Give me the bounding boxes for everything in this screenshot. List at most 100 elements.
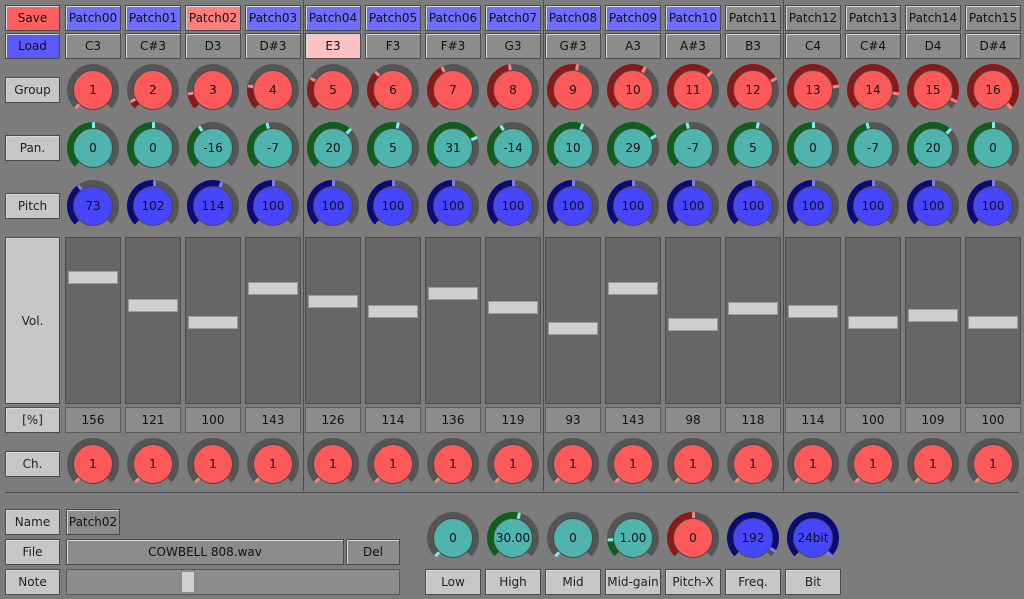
fx-knob[interactable]: 0 — [427, 512, 479, 564]
group-knob[interactable]: 11 — [667, 64, 719, 116]
pitch-knob[interactable]: 100 — [367, 180, 419, 232]
channel-knob[interactable]: 1 — [127, 438, 179, 490]
volume-fader[interactable] — [65, 237, 121, 404]
group-knob[interactable]: 7 — [427, 64, 479, 116]
volume-fader[interactable] — [125, 237, 181, 404]
patch-button[interactable]: Patch04 — [305, 5, 361, 31]
fx-label[interactable]: Bit — [785, 569, 841, 595]
note-button[interactable]: D3 — [185, 33, 241, 59]
pan-knob[interactable]: 20 — [907, 122, 959, 174]
group-knob[interactable]: 6 — [367, 64, 419, 116]
patch-button[interactable]: Patch01 — [125, 5, 181, 31]
fx-label[interactable]: Mid-gain — [605, 569, 661, 595]
note-slider-thumb[interactable] — [181, 571, 195, 593]
fx-knob[interactable]: 30.00 — [487, 512, 539, 564]
volume-fader[interactable] — [365, 237, 421, 404]
patch-name-field[interactable]: Patch02 — [66, 509, 120, 535]
volume-fader-handle[interactable] — [788, 305, 838, 318]
pitch-knob[interactable]: 100 — [427, 180, 479, 232]
volume-fader[interactable] — [545, 237, 601, 404]
pitch-knob[interactable]: 100 — [247, 180, 299, 232]
pan-knob[interactable]: 0 — [127, 122, 179, 174]
pitch-knob[interactable]: 114 — [187, 180, 239, 232]
channel-knob[interactable]: 1 — [427, 438, 479, 490]
channel-knob[interactable]: 1 — [727, 438, 779, 490]
volume-fader[interactable] — [785, 237, 841, 404]
volume-fader-handle[interactable] — [488, 301, 538, 314]
pitch-knob[interactable]: 102 — [127, 179, 179, 232]
channel-knob[interactable]: 1 — [67, 438, 119, 490]
channel-knob[interactable]: 1 — [907, 438, 959, 490]
fx-label[interactable]: High — [485, 569, 541, 595]
group-knob[interactable]: 2 — [127, 64, 179, 116]
channel-knob[interactable]: 1 — [367, 438, 419, 490]
group-knob[interactable]: 3 — [187, 64, 239, 116]
volume-fader-handle[interactable] — [548, 322, 598, 335]
load-button[interactable]: Load — [5, 33, 60, 59]
volume-fader-handle[interactable] — [68, 271, 118, 284]
fx-label[interactable]: Low — [425, 569, 481, 595]
channel-knob[interactable]: 1 — [487, 438, 539, 490]
group-knob[interactable]: 1 — [67, 64, 119, 116]
pan-knob[interactable]: 0 — [787, 122, 839, 174]
pitch-knob[interactable]: 100 — [487, 180, 539, 232]
note-button[interactable]: D4 — [905, 33, 961, 59]
patch-button[interactable]: Patch09 — [605, 5, 661, 31]
volume-fader[interactable] — [185, 237, 241, 404]
volume-fader[interactable] — [425, 237, 481, 404]
channel-knob[interactable]: 1 — [247, 438, 299, 490]
volume-fader-handle[interactable] — [908, 309, 958, 322]
channel-knob[interactable]: 1 — [847, 438, 899, 490]
pan-knob[interactable]: -7 — [247, 122, 299, 174]
pitch-knob[interactable]: 100 — [847, 180, 899, 232]
volume-fader[interactable] — [725, 237, 781, 404]
pitch-knob[interactable]: 73 — [67, 180, 119, 232]
group-knob[interactable]: 10 — [607, 64, 659, 116]
pitch-knob[interactable]: 100 — [607, 180, 659, 232]
channel-knob[interactable]: 1 — [667, 438, 719, 490]
patch-button[interactable]: Patch00 — [65, 5, 121, 31]
volume-fader-handle[interactable] — [308, 295, 358, 308]
note-button[interactable]: C3 — [65, 33, 121, 59]
file-name-field[interactable]: COWBELL 808.wav — [66, 539, 344, 565]
volume-fader[interactable] — [665, 237, 721, 404]
pan-knob[interactable]: -14 — [487, 122, 539, 174]
volume-fader[interactable] — [305, 237, 361, 404]
volume-fader-handle[interactable] — [968, 316, 1018, 329]
fx-label[interactable]: Mid — [545, 569, 601, 595]
volume-fader[interactable] — [845, 237, 901, 404]
group-knob[interactable]: 13 — [787, 64, 839, 116]
note-button[interactable]: D#3 — [245, 33, 301, 59]
delete-button[interactable]: Del — [346, 539, 400, 565]
patch-button[interactable]: Patch10 — [665, 5, 721, 31]
group-knob[interactable]: 8 — [487, 64, 539, 116]
patch-button[interactable]: Patch05 — [365, 5, 421, 31]
channel-knob[interactable]: 1 — [607, 438, 659, 490]
fx-knob[interactable]: 0 — [547, 512, 599, 564]
channel-knob[interactable]: 1 — [187, 438, 239, 490]
fx-knob[interactable]: 24bit — [787, 512, 839, 564]
pitch-knob[interactable]: 100 — [667, 180, 719, 232]
patch-button[interactable]: Patch06 — [425, 5, 481, 31]
patch-button[interactable]: Patch15 — [965, 5, 1021, 31]
volume-fader-handle[interactable] — [848, 316, 898, 329]
patch-button[interactable]: Patch07 — [485, 5, 541, 31]
volume-fader[interactable] — [485, 237, 541, 404]
patch-button[interactable]: Patch02 — [185, 5, 241, 31]
pitch-knob[interactable]: 100 — [307, 180, 359, 232]
fx-label[interactable]: Pitch-X — [665, 569, 721, 595]
volume-fader[interactable] — [605, 237, 661, 404]
pan-knob[interactable]: 5 — [727, 122, 779, 174]
pitch-knob[interactable]: 100 — [967, 180, 1019, 232]
group-knob[interactable]: 5 — [307, 64, 359, 116]
note-button[interactable]: D#4 — [965, 33, 1021, 59]
patch-button[interactable]: Patch03 — [245, 5, 301, 31]
volume-fader-handle[interactable] — [188, 316, 238, 329]
note-button[interactable]: C#3 — [125, 33, 181, 59]
note-button[interactable]: G#3 — [545, 33, 601, 59]
fx-label[interactable]: Freq. — [725, 569, 781, 595]
note-button[interactable]: G3 — [485, 33, 541, 59]
volume-fader-handle[interactable] — [608, 282, 658, 295]
patch-button[interactable]: Patch14 — [905, 5, 961, 31]
fx-knob[interactable]: 192 — [727, 512, 779, 564]
